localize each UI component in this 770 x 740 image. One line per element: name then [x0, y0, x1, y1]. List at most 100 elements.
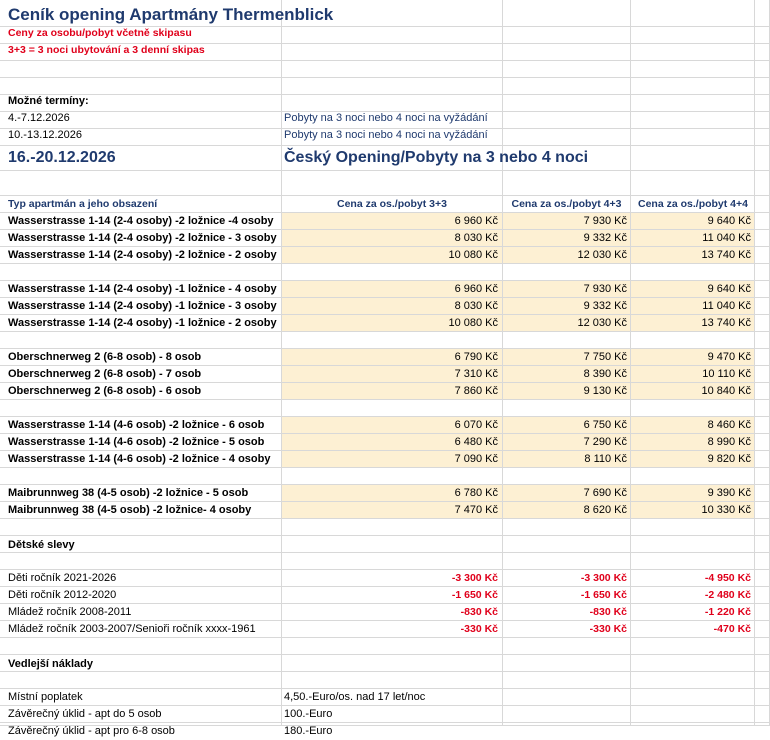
sheet-cell[interactable] — [755, 553, 770, 570]
sheet-cell[interactable] — [755, 298, 770, 315]
sheet-cell[interactable] — [503, 332, 631, 349]
sheet-cell[interactable] — [755, 146, 770, 171]
sheet-cell[interactable] — [755, 315, 770, 332]
sheet-cell[interactable] — [0, 638, 282, 655]
sheet-cell[interactable] — [0, 400, 282, 417]
sheet-cell[interactable] — [631, 264, 755, 281]
sheet-cell[interactable] — [282, 672, 503, 689]
sheet-cell[interactable] — [755, 519, 770, 536]
sheet-cell[interactable] — [631, 112, 755, 129]
sheet-cell[interactable] — [0, 468, 282, 485]
sheet-cell[interactable] — [503, 0, 631, 27]
sheet-cell[interactable] — [503, 638, 631, 655]
sheet-cell[interactable] — [503, 61, 631, 78]
sheet-cell[interactable] — [503, 519, 631, 536]
sheet-cell[interactable] — [755, 78, 770, 95]
sheet-cell[interactable] — [755, 112, 770, 129]
sheet-cell[interactable] — [755, 0, 770, 27]
sheet-cell[interactable] — [631, 78, 755, 95]
sheet-cell[interactable] — [503, 129, 631, 146]
sheet-cell[interactable] — [282, 78, 503, 95]
sheet-cell[interactable] — [755, 417, 770, 434]
sheet-cell[interactable] — [282, 332, 503, 349]
sheet-cell[interactable] — [755, 230, 770, 247]
sheet-cell[interactable] — [631, 146, 755, 171]
sheet-cell[interactable] — [755, 27, 770, 44]
sheet-cell[interactable] — [503, 27, 631, 44]
sheet-cell[interactable] — [282, 655, 503, 672]
sheet-cell[interactable] — [755, 621, 770, 638]
sheet-cell[interactable] — [755, 485, 770, 502]
sheet-cell[interactable] — [503, 655, 631, 672]
sheet-cell[interactable] — [631, 519, 755, 536]
sheet-cell[interactable] — [755, 196, 770, 213]
sheet-cell[interactable] — [631, 61, 755, 78]
sheet-cell[interactable] — [631, 44, 755, 61]
sheet-cell[interactable] — [631, 27, 755, 44]
sheet-cell[interactable] — [755, 451, 770, 468]
sheet-cell[interactable] — [755, 434, 770, 451]
sheet-cell[interactable] — [282, 553, 503, 570]
sheet-cell[interactable] — [755, 95, 770, 112]
sheet-cell[interactable] — [755, 349, 770, 366]
sheet-cell[interactable] — [0, 332, 282, 349]
sheet-cell[interactable] — [503, 400, 631, 417]
sheet-cell[interactable] — [503, 78, 631, 95]
sheet-cell[interactable] — [631, 171, 755, 196]
sheet-cell[interactable] — [755, 213, 770, 230]
sheet-cell[interactable] — [282, 519, 503, 536]
sheet-cell[interactable] — [631, 706, 755, 723]
sheet-cell[interactable] — [631, 536, 755, 553]
sheet-cell[interactable] — [0, 61, 282, 78]
sheet-cell[interactable] — [755, 264, 770, 281]
sheet-cell[interactable] — [755, 587, 770, 604]
sheet-cell[interactable] — [755, 129, 770, 146]
sheet-cell[interactable] — [0, 171, 282, 196]
sheet-cell[interactable] — [755, 400, 770, 417]
sheet-cell[interactable] — [755, 44, 770, 61]
sheet-cell[interactable] — [755, 468, 770, 485]
sheet-cell[interactable] — [631, 553, 755, 570]
sheet-cell[interactable] — [755, 61, 770, 78]
sheet-cell[interactable] — [755, 383, 770, 400]
sheet-cell[interactable] — [503, 468, 631, 485]
sheet-cell[interactable] — [503, 112, 631, 129]
sheet-cell[interactable] — [755, 655, 770, 672]
sheet-cell[interactable] — [631, 95, 755, 112]
sheet-cell[interactable] — [755, 689, 770, 706]
sheet-cell[interactable] — [0, 519, 282, 536]
sheet-cell[interactable] — [503, 44, 631, 61]
sheet-cell[interactable] — [631, 0, 755, 27]
sheet-cell[interactable] — [282, 536, 503, 553]
sheet-cell[interactable] — [631, 468, 755, 485]
sheet-cell[interactable] — [503, 672, 631, 689]
sheet-cell[interactable] — [503, 689, 631, 706]
sheet-cell[interactable] — [755, 570, 770, 587]
sheet-cell[interactable] — [755, 366, 770, 383]
sheet-cell[interactable] — [631, 129, 755, 146]
sheet-cell[interactable] — [755, 706, 770, 723]
sheet-cell[interactable] — [503, 553, 631, 570]
sheet-cell[interactable] — [631, 400, 755, 417]
sheet-cell[interactable] — [503, 706, 631, 723]
sheet-cell[interactable] — [282, 264, 503, 281]
sheet-cell[interactable] — [755, 281, 770, 298]
sheet-cell[interactable] — [282, 638, 503, 655]
sheet-cell[interactable] — [755, 638, 770, 655]
sheet-cell[interactable] — [503, 95, 631, 112]
sheet-cell[interactable] — [282, 61, 503, 78]
sheet-cell[interactable] — [0, 553, 282, 570]
sheet-cell[interactable] — [755, 332, 770, 349]
sheet-cell[interactable] — [631, 332, 755, 349]
sheet-cell[interactable] — [755, 604, 770, 621]
sheet-cell[interactable] — [282, 468, 503, 485]
sheet-cell[interactable] — [631, 689, 755, 706]
sheet-cell[interactable] — [0, 672, 282, 689]
sheet-cell[interactable] — [631, 655, 755, 672]
sheet-cell[interactable] — [282, 27, 503, 44]
sheet-cell[interactable] — [282, 400, 503, 417]
sheet-cell[interactable] — [755, 247, 770, 264]
sheet-cell[interactable] — [755, 171, 770, 196]
sheet-cell[interactable] — [503, 264, 631, 281]
sheet-cell[interactable] — [282, 171, 503, 196]
